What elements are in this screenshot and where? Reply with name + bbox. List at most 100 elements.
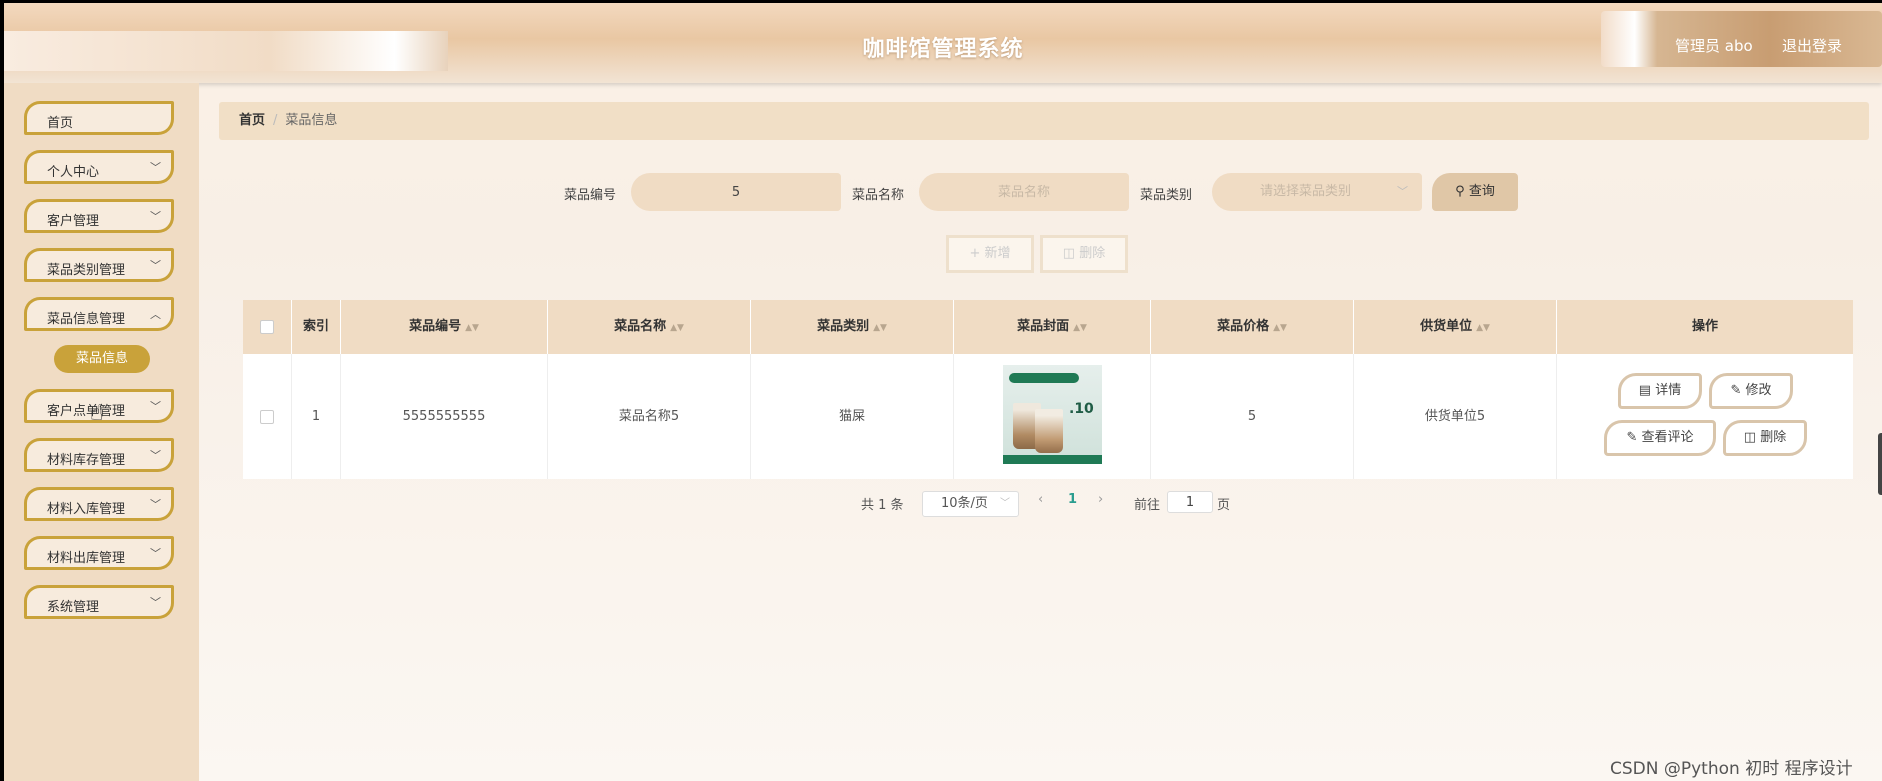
row-checkbox[interactable]	[260, 409, 274, 424]
delete-button[interactable]: ◫ 删除	[1723, 420, 1807, 456]
chevron-up-icon: ︿	[150, 308, 161, 321]
chevron-down-icon: ﹀	[1000, 498, 1010, 509]
breadcrumb-separator: /	[273, 113, 278, 128]
view-comments-button[interactable]: ✎ 查看评论	[1604, 420, 1716, 456]
cell-index: 1	[292, 354, 341, 479]
sort-icon[interactable]: ▲▼	[1073, 323, 1087, 333]
batch-delete-button[interactable]: ◫ 删除	[1040, 235, 1128, 273]
app-title: 咖啡馆管理系统	[862, 37, 1024, 62]
select-all-checkbox[interactable]	[260, 319, 274, 334]
sort-icon[interactable]: ▲▼	[1273, 323, 1287, 333]
dish-table: 索引 菜品编号 ▲▼ 菜品名称 ▲▼ 菜品类别 ▲▼ 菜品封面 ▲▼ 菜品价格 ▲▼ 供货…	[243, 300, 1853, 479]
page-size-select[interactable]: 10条/页 ﹀	[922, 491, 1019, 517]
chevron-down-icon: ﹀	[150, 498, 161, 511]
sort-icon[interactable]: ▲▼	[873, 323, 887, 333]
col-index: 索引	[292, 300, 341, 354]
cell-dish-code: 5555555555	[341, 354, 548, 479]
plus-icon: +	[969, 246, 981, 261]
sidebar-item-customer-management[interactable]: 客户管理 ﹀	[24, 199, 174, 233]
col-label: 菜品编号	[409, 319, 462, 334]
cell-dish-price: 5	[1151, 354, 1354, 479]
watermark-text: CSDN @Python 初时 程序设计	[1610, 759, 1853, 779]
prev-page-icon[interactable]: ‹	[1038, 492, 1043, 507]
app-window: 咖啡馆管理系统 管理员 abo 退出登录 首页 个人中心 ﹀ 客户管理 ﹀ 菜品…	[4, 3, 1882, 781]
cell-supplier: 供货单位5	[1354, 354, 1557, 479]
detail-button[interactable]: ▤ 详情	[1618, 373, 1702, 409]
dish-code-label: 菜品编号	[564, 188, 617, 203]
trash-icon: ◫	[1743, 430, 1757, 445]
sidebar-item-material-stock-management[interactable]: 材料库存管理 ﹀	[24, 438, 174, 472]
sidebar-item-dish-info-management[interactable]: 菜品信息管理 ︿	[24, 297, 174, 331]
add-button-label: 新增	[984, 246, 1011, 261]
select-all-cell	[243, 300, 292, 354]
cell-actions	[1557, 354, 1853, 479]
cell-dish-name: 菜品名称5	[548, 354, 751, 479]
sidebar-item-label: 个人中心	[47, 165, 100, 180]
scrollbar[interactable]	[1878, 433, 1882, 495]
sidebar-item-personal-center[interactable]: 个人中心 ﹀	[24, 150, 174, 184]
logout-link[interactable]: 退出登录	[1782, 35, 1842, 56]
sidebar-item-label: 材料库存管理	[47, 453, 126, 468]
sidebar-item-dish-category-management[interactable]: 菜品类别管理 ﹀	[24, 248, 174, 282]
chevron-down-icon: ﹀	[150, 161, 161, 174]
chevron-down-icon: ﹀	[150, 400, 161, 413]
goto-label: 前往	[1134, 498, 1161, 513]
dish-cover-image[interactable]: .10	[1003, 365, 1102, 464]
detail-button-label: 详情	[1655, 383, 1682, 398]
sidebar-item-system-management[interactable]: 系统管理 ﹀	[24, 585, 174, 619]
dish-category-select[interactable]: 请选择菜品类别 ﹀	[1212, 173, 1422, 211]
cover-price-text: .10	[1069, 401, 1094, 417]
sidebar-subitem-dish-info[interactable]: 菜品信息	[54, 345, 150, 373]
col-dish-price[interactable]: 菜品价格 ▲▼	[1151, 300, 1354, 354]
sidebar-item-label: 材料出库管理	[47, 551, 126, 566]
dish-name-label: 菜品名称	[852, 188, 905, 203]
sort-icon[interactable]: ▲▼	[1476, 323, 1490, 333]
row-select-cell	[243, 354, 292, 479]
sidebar-item-material-outbound-management[interactable]: 材料出库管理 ﹀	[24, 536, 174, 570]
dish-code-input[interactable]	[631, 173, 841, 211]
admin-user-label: 管理员 abo	[1675, 37, 1753, 55]
sidebar-item-label: 客户点单管理	[47, 404, 126, 419]
sort-icon[interactable]: ▲▼	[465, 323, 479, 333]
batch-delete-label: 删除	[1079, 246, 1106, 261]
dish-name-input[interactable]	[919, 173, 1129, 211]
sidebar-item-label: 菜品类别管理	[47, 263, 126, 278]
sidebar-item-label: 材料入库管理	[47, 502, 126, 517]
sort-icon[interactable]: ▲▼	[670, 323, 684, 333]
next-page-icon[interactable]: ›	[1098, 492, 1103, 507]
col-label: 供货单位	[1420, 319, 1473, 334]
sidebar-item-home[interactable]: 首页	[24, 101, 174, 135]
chevron-down-icon: ﹀	[150, 547, 161, 560]
page-number-current[interactable]: 1	[1068, 492, 1077, 507]
chevron-down-icon: ﹀	[1397, 185, 1408, 198]
col-supplier[interactable]: 供货单位 ▲▼	[1354, 300, 1557, 354]
col-dish-code[interactable]: 菜品编号 ▲▼	[341, 300, 548, 354]
chevron-down-icon: ﹀	[150, 596, 161, 609]
col-label: 菜品类别	[817, 319, 870, 334]
col-label: 菜品价格	[1217, 319, 1270, 334]
col-dish-cover[interactable]: 菜品封面 ▲▼	[954, 300, 1151, 354]
breadcrumb: 首页 / 菜品信息	[219, 102, 1869, 140]
add-button[interactable]: + 新增	[946, 235, 1034, 273]
col-dish-name[interactable]: 菜品名称 ▲▼	[548, 300, 751, 354]
trash-icon: ◫	[1062, 246, 1076, 261]
search-button[interactable]: ⚲ 查询	[1432, 173, 1518, 211]
col-dish-category[interactable]: 菜品类别 ▲▼	[751, 300, 954, 354]
sidebar-item-label: 菜品信息管理	[47, 312, 126, 327]
cover-banner	[1009, 373, 1079, 383]
chevron-down-icon: ﹀	[150, 259, 161, 272]
page-suffix-label: 页	[1217, 498, 1231, 513]
goto-page-input[interactable]	[1167, 491, 1213, 513]
cell-dish-category: 猫屎	[751, 354, 954, 479]
edit-button[interactable]: ✎ 修改	[1709, 373, 1793, 409]
view-comments-label: 查看评论	[1641, 430, 1694, 445]
dish-category-label: 菜品类别	[1140, 188, 1193, 203]
search-icon: ⚲	[1455, 184, 1465, 199]
chevron-down-icon: ﹀	[150, 449, 161, 462]
breadcrumb-home[interactable]: 首页	[239, 113, 265, 128]
search-button-label: 查询	[1468, 184, 1495, 199]
sidebar-item-label: 系统管理	[47, 600, 100, 615]
mouse-cursor-icon: ☝	[90, 401, 104, 426]
sidebar-item-material-inbound-management[interactable]: 材料入库管理 ﹀	[24, 487, 174, 521]
pagination-total: 共 1 条	[861, 498, 904, 513]
